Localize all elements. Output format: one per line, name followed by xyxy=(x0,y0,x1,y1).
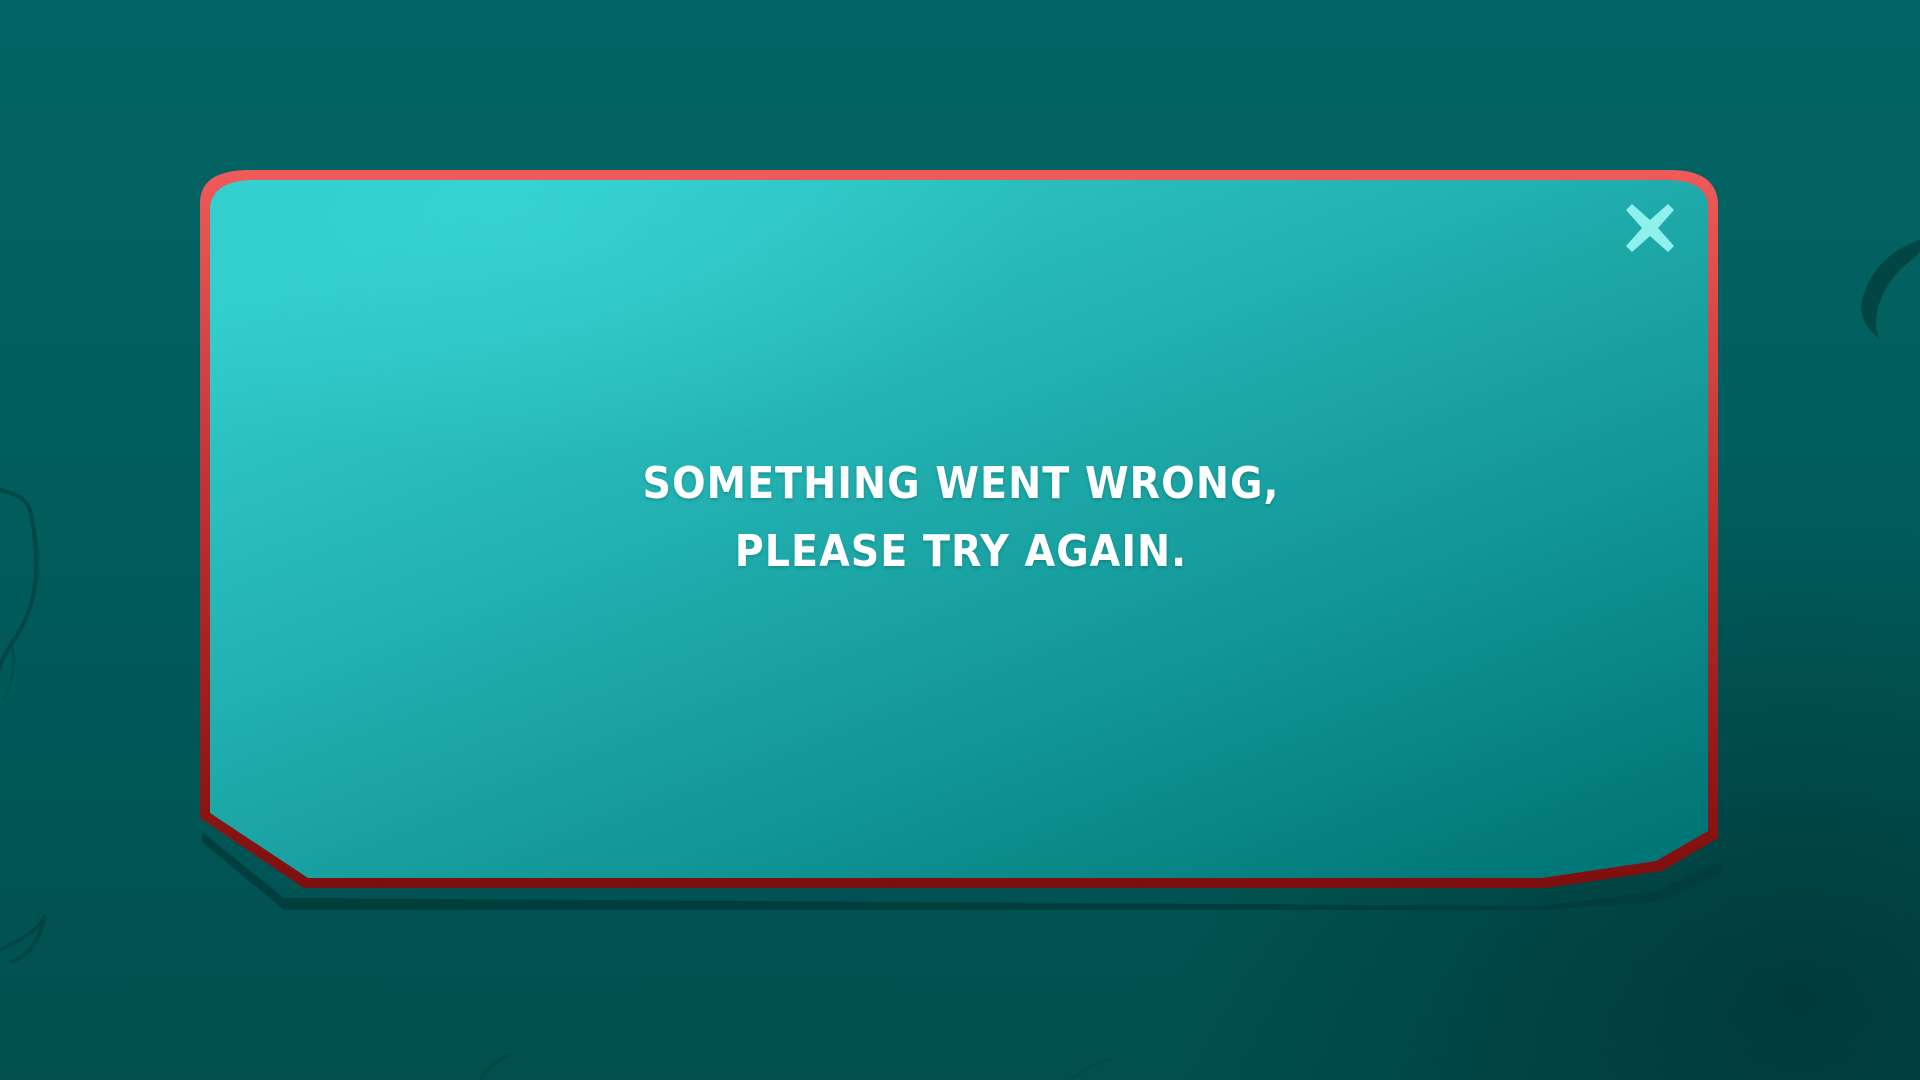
error-message: SOMETHING WENT WRONG, PLEASE TRY AGAIN. xyxy=(200,450,1722,586)
error-message-line-2: PLEASE TRY AGAIN. xyxy=(734,526,1188,577)
close-x-icon xyxy=(1626,204,1674,252)
error-dialog: SOMETHING WENT WRONG, PLEASE TRY AGAIN. xyxy=(200,168,1722,910)
error-message-line-1: SOMETHING WENT WRONG, xyxy=(642,458,1280,509)
close-button[interactable] xyxy=(1622,200,1678,256)
